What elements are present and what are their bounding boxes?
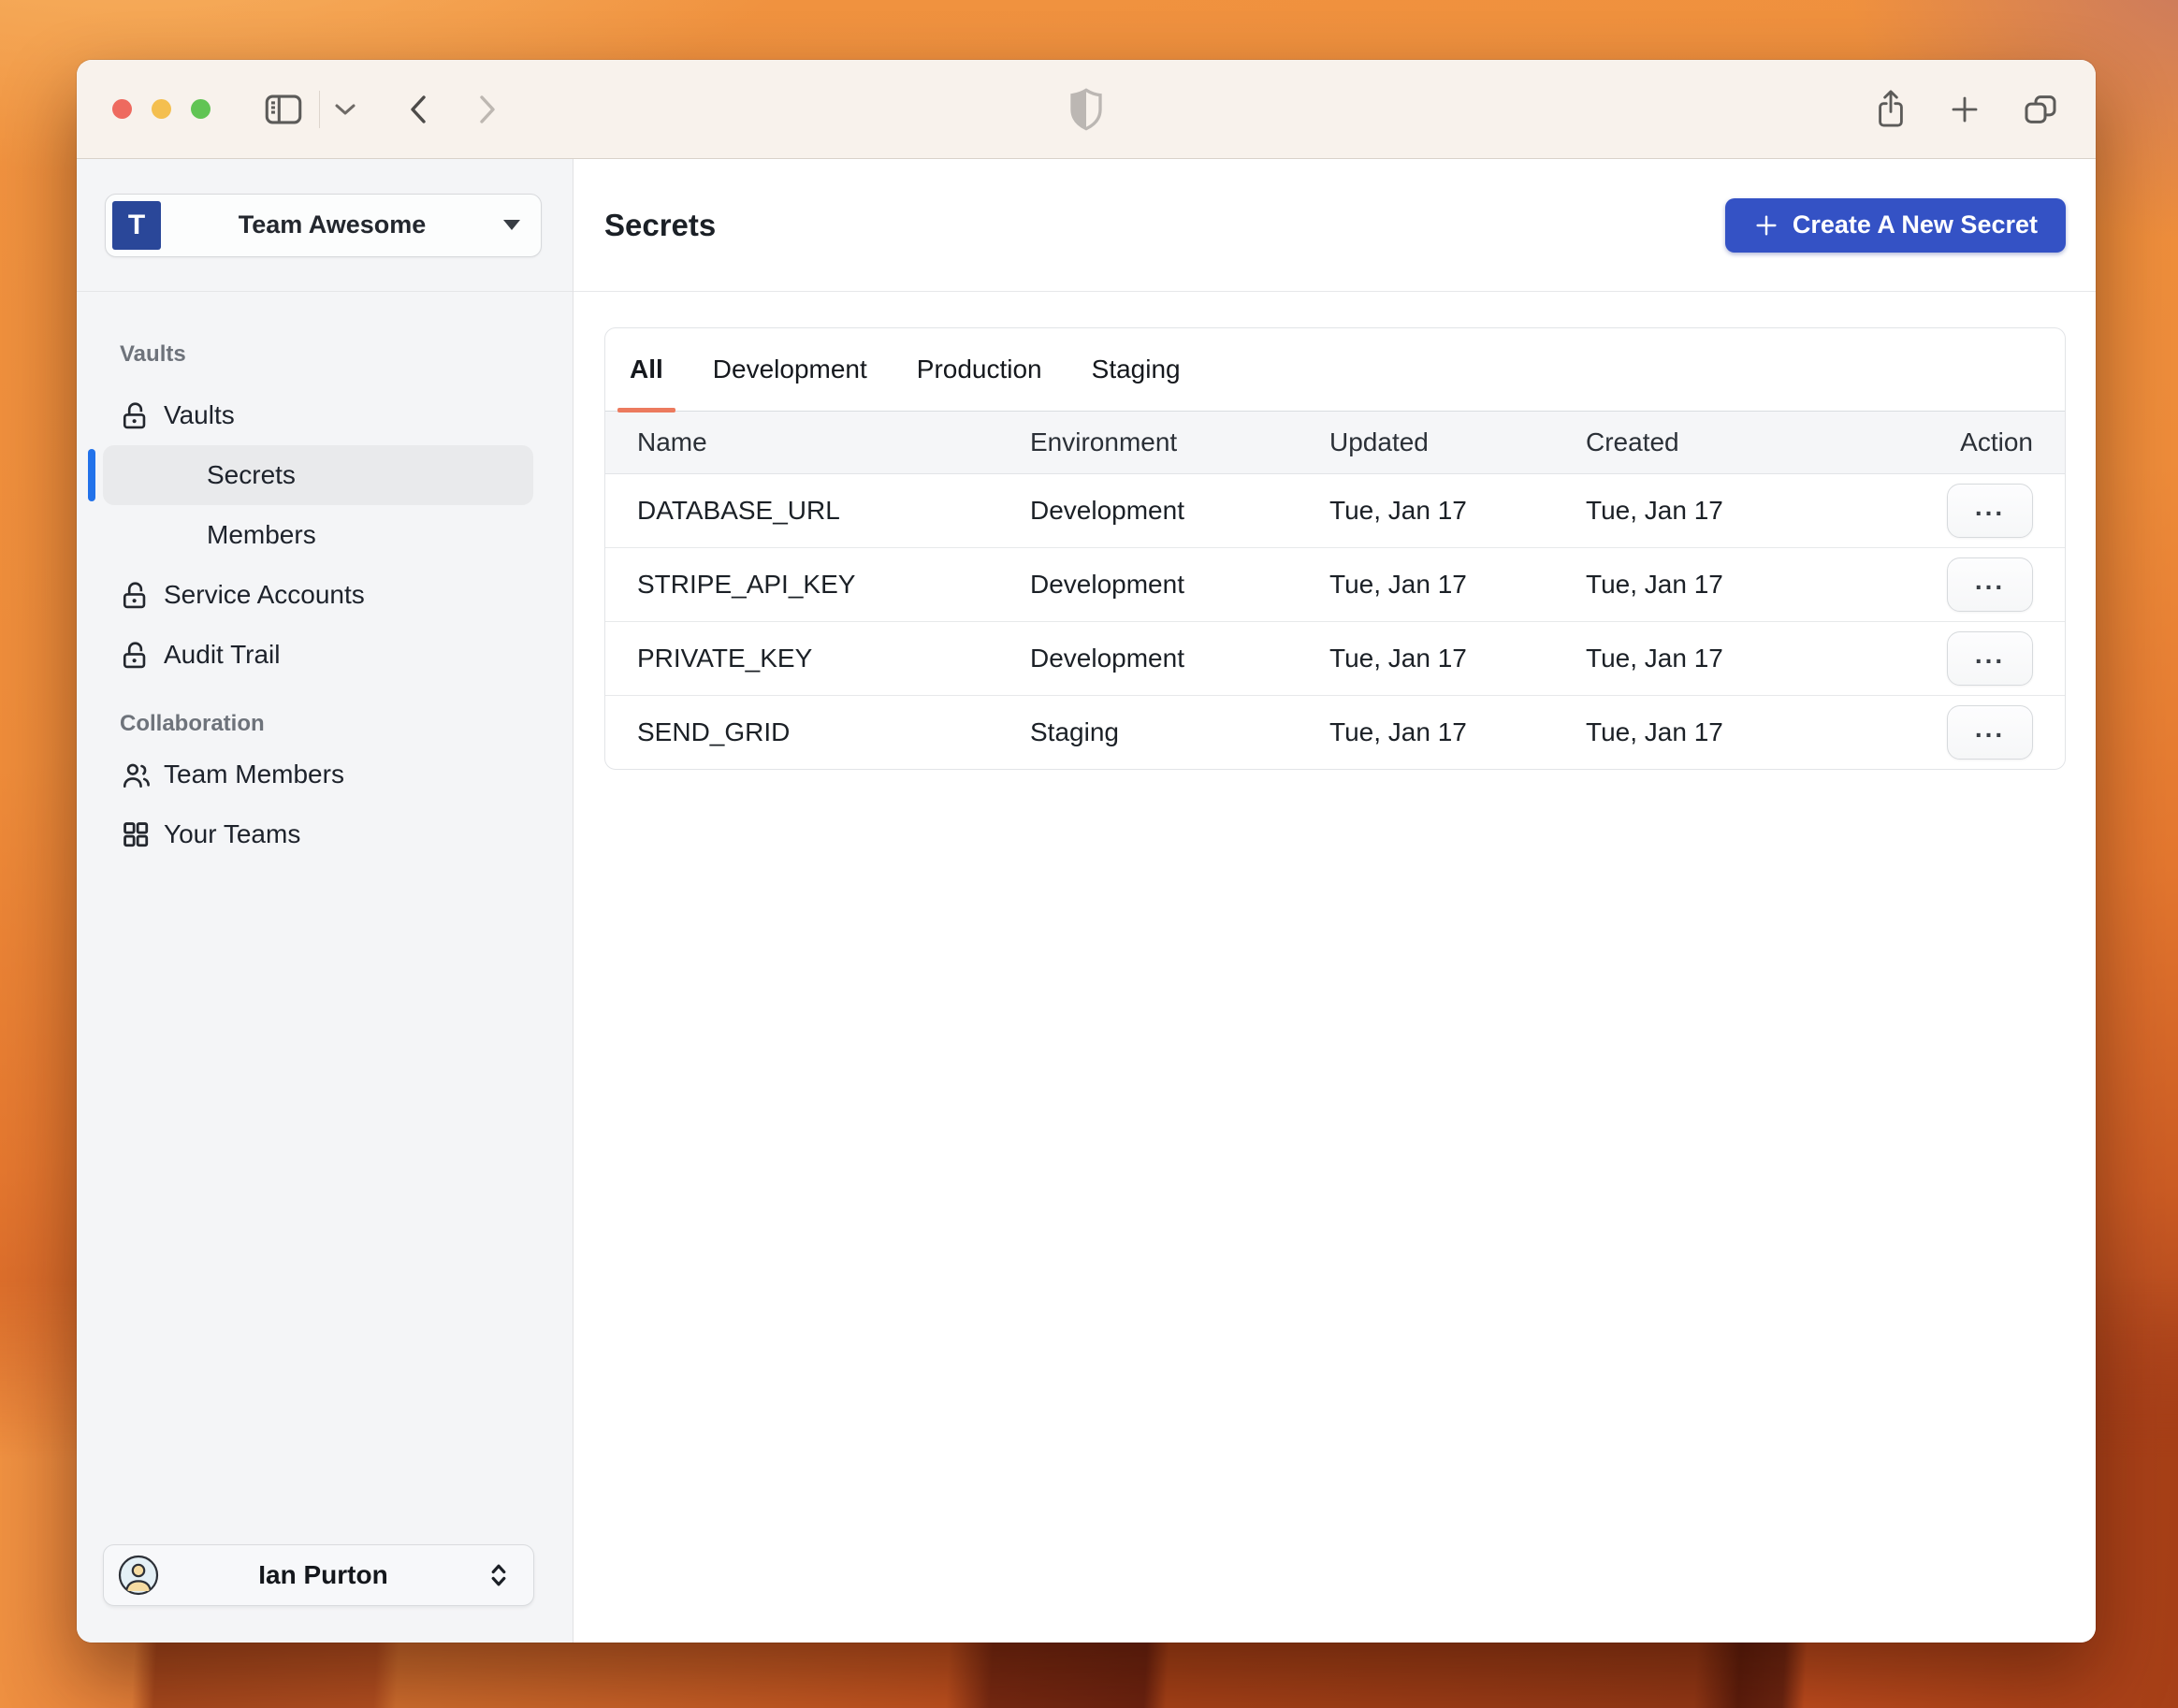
minimize-window-button[interactable] <box>152 99 171 119</box>
sidebar-item-service-accounts[interactable]: Service Accounts <box>77 565 573 625</box>
sidebar: T Team Awesome Vaults Vaults Secrets Mem… <box>77 159 574 1643</box>
column-header-updated: Updated <box>1329 427 1429 456</box>
column-header-environment: Environment <box>1030 427 1178 456</box>
row-actions-button[interactable]: ... <box>1947 631 2033 686</box>
table-row[interactable]: DATABASE_URL Development Tue, Jan 17 Tue… <box>605 474 2065 548</box>
main-header: Secrets Create A New Secret <box>574 159 2096 292</box>
row-actions-button[interactable]: ... <box>1947 557 2033 612</box>
team-name: Team Awesome <box>238 210 427 239</box>
table-row[interactable]: SEND_GRID Staging Tue, Jan 17 Tue, Jan 1… <box>605 696 2065 769</box>
content-area: All Development Production Staging Name … <box>574 292 2096 770</box>
tab-overview-icon[interactable] <box>2021 91 2060 128</box>
unlock-icon <box>120 399 152 431</box>
secret-name: PRIVATE_KEY <box>637 644 813 673</box>
secret-updated: Tue, Jan 17 <box>1329 644 1467 673</box>
secret-name: DATABASE_URL <box>637 496 840 525</box>
secret-name: SEND_GRID <box>637 717 791 746</box>
grid-icon <box>120 818 152 850</box>
secret-updated: Tue, Jan 17 <box>1329 717 1467 746</box>
tab-all[interactable]: All <box>617 328 675 413</box>
create-secret-button[interactable]: Create A New Secret <box>1724 197 2066 253</box>
secret-environment: Development <box>1030 496 1184 525</box>
desktop-wallpaper: T Team Awesome Vaults Vaults Secrets Mem… <box>0 0 2178 1708</box>
sidebar-item-label: Audit Trail <box>164 640 281 669</box>
secret-created: Tue, Jan 17 <box>1586 496 1723 525</box>
environment-tabs: All Development Production Staging <box>605 328 2065 413</box>
sidebar-item-label: Secrets <box>207 460 296 489</box>
section-label-collaboration: Collaboration <box>120 711 265 736</box>
table-row[interactable]: STRIPE_API_KEY Development Tue, Jan 17 T… <box>605 548 2065 622</box>
sidebar-item-label: Service Accounts <box>164 580 365 609</box>
sidebar-item-team-members[interactable]: Team Members <box>77 745 573 804</box>
column-header-action: Action <box>1960 427 2033 456</box>
unlock-icon <box>120 639 152 671</box>
new-tab-plus-icon[interactable] <box>1948 93 1982 126</box>
close-window-button[interactable] <box>112 99 132 119</box>
tab-staging[interactable]: Staging <box>1084 328 1188 411</box>
sidebar-item-audit-trail[interactable]: Audit Trail <box>77 625 573 685</box>
app-window: T Team Awesome Vaults Vaults Secrets Mem… <box>77 60 2096 1643</box>
column-header-created: Created <box>1586 427 1679 456</box>
traffic-lights <box>112 99 211 119</box>
secret-created: Tue, Jan 17 <box>1586 644 1723 673</box>
secret-created: Tue, Jan 17 <box>1586 570 1723 599</box>
sidebar-item-vaults[interactable]: Vaults <box>77 385 573 445</box>
share-icon[interactable] <box>1873 88 1909 131</box>
secret-updated: Tue, Jan 17 <box>1329 570 1467 599</box>
forward-button-icon[interactable] <box>475 91 500 128</box>
secret-created: Tue, Jan 17 <box>1586 717 1723 746</box>
user-menu[interactable]: Ian Purton <box>103 1544 534 1606</box>
user-circle-icon <box>117 1554 160 1597</box>
sidebar-item-secrets[interactable]: Secrets <box>88 445 533 505</box>
user-name: Ian Purton <box>258 1560 388 1589</box>
main-panel: Secrets Create A New Secret All Developm… <box>574 159 2096 1643</box>
row-actions-button[interactable]: ... <box>1947 705 2033 760</box>
shield-icon <box>1067 87 1105 132</box>
secret-environment: Staging <box>1030 717 1119 746</box>
section-label-vaults: Vaults <box>120 341 186 367</box>
sidebar-item-label: Vaults <box>164 400 235 429</box>
sidebar-item-label: Members <box>207 520 316 549</box>
tab-development[interactable]: Development <box>705 328 875 411</box>
chevron-down-icon[interactable] <box>333 102 357 117</box>
row-actions-button[interactable]: ... <box>1947 484 2033 538</box>
secret-environment: Development <box>1030 644 1184 673</box>
sidebar-nav: Vaults Vaults Secrets Members Service Ac… <box>77 292 573 1544</box>
toolbar-separator <box>319 90 320 128</box>
secret-updated: Tue, Jan 17 <box>1329 496 1467 525</box>
column-header-name: Name <box>637 427 707 456</box>
secret-name: STRIPE_API_KEY <box>637 570 856 599</box>
sidebar-item-your-teams[interactable]: Your Teams <box>77 804 573 864</box>
caret-down-icon <box>503 220 520 230</box>
secrets-card: All Development Production Staging Name … <box>604 327 2066 770</box>
unlock-icon <box>120 579 152 611</box>
people-icon <box>120 759 152 790</box>
secret-environment: Development <box>1030 570 1184 599</box>
sidebar-item-members[interactable]: Members <box>77 505 573 565</box>
create-secret-label: Create A New Secret <box>1792 210 2038 239</box>
sidebar-item-label: Team Members <box>164 760 344 789</box>
selected-indicator-bar <box>88 449 95 501</box>
sidebar-item-label: Your Teams <box>164 819 301 848</box>
team-switcher[interactable]: T Team Awesome <box>105 193 542 257</box>
back-button-icon[interactable] <box>406 91 430 128</box>
page-title: Secrets <box>604 207 717 242</box>
tab-production[interactable]: Production <box>909 328 1050 411</box>
sidebar-header: T Team Awesome <box>77 159 573 292</box>
up-down-chevron-icon <box>486 1561 511 1589</box>
plus-icon <box>1753 212 1779 239</box>
table-row[interactable]: PRIVATE_KEY Development Tue, Jan 17 Tue,… <box>605 622 2065 696</box>
table-header: Name Environment Updated Created Action <box>605 412 2065 474</box>
window-titlebar <box>77 60 2096 159</box>
team-avatar: T <box>112 200 161 250</box>
sidebar-toggle-icon[interactable] <box>263 92 304 127</box>
zoom-window-button[interactable] <box>191 99 211 119</box>
